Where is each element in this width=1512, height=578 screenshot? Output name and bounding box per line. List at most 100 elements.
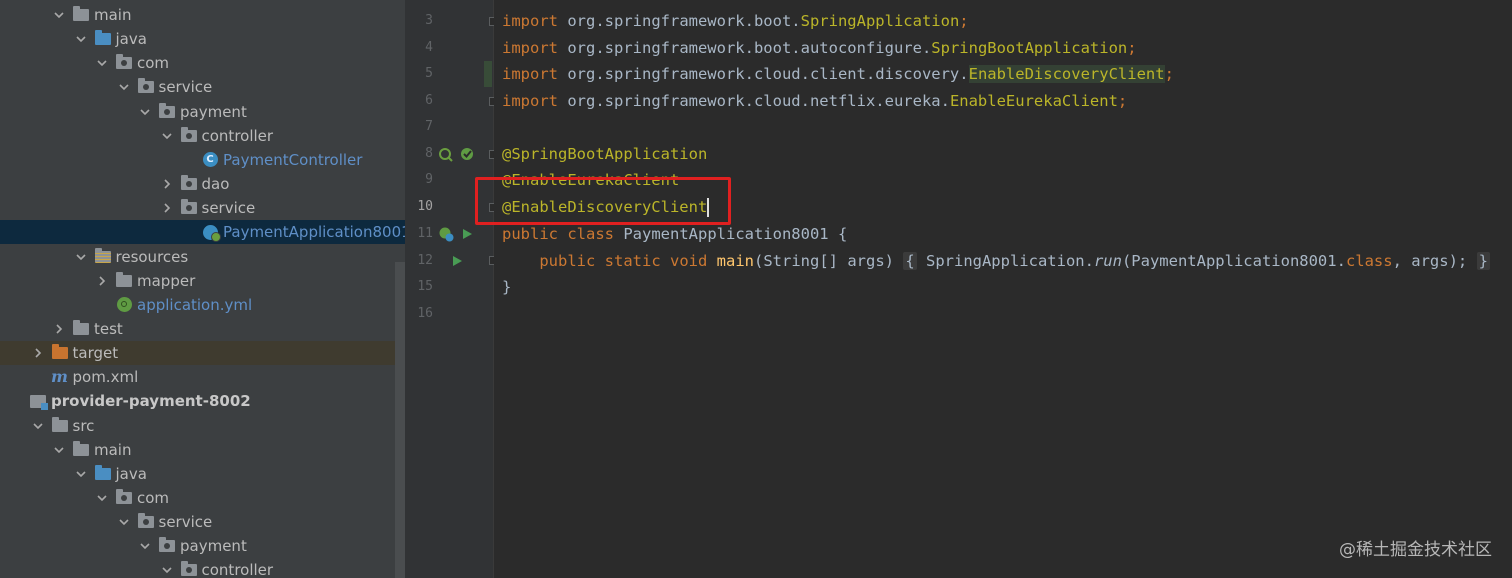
tree-item-label: main xyxy=(94,440,132,459)
chevron-down-icon[interactable] xyxy=(51,442,67,458)
tree-item-label: com xyxy=(137,489,170,507)
line-number: 4 xyxy=(425,40,433,55)
tree-item-dao[interactable]: dao xyxy=(0,172,405,196)
tree-item-src[interactable]: src xyxy=(0,414,405,438)
ide-window: main java com service payment controller C Paym… xyxy=(0,0,1512,578)
chevron-right-icon[interactable] xyxy=(159,200,175,216)
folded-block-close[interactable]: } xyxy=(1476,252,1490,270)
tree-item-label: service xyxy=(158,513,213,532)
tree-item-mapper[interactable]: mapper xyxy=(0,269,405,293)
run-icon[interactable] xyxy=(459,226,475,242)
tree-item-paymentapplication8001[interactable]: PaymentApplication8001 xyxy=(0,220,405,245)
tree-item-controller[interactable]: controller xyxy=(0,124,405,148)
code-line-6: import org.springframework.cloud.netflix… xyxy=(502,92,1128,110)
tree-item-main[interactable]: main xyxy=(0,3,405,27)
tree-item-provider-payment-8002[interactable]: provider-payment-8002 xyxy=(0,389,405,413)
spring-boot-class-icon xyxy=(201,224,221,242)
chevron-down-icon[interactable] xyxy=(137,104,153,120)
chevron-down-icon[interactable] xyxy=(73,31,89,47)
tree-item-label: payment xyxy=(180,102,247,121)
tree-item-label: PaymentController xyxy=(223,150,363,169)
folder-icon xyxy=(51,416,69,434)
package-icon xyxy=(180,175,198,192)
class-icon: C xyxy=(201,152,219,168)
maven-icon: m xyxy=(51,367,68,387)
code-line-5: import org.springframework.cloud.client.… xyxy=(502,65,1174,83)
tree-item-java[interactable]: java xyxy=(0,462,405,486)
chevron-right-icon[interactable] xyxy=(30,345,46,361)
tree-item-label: pom.xml xyxy=(72,368,139,387)
source-folder-icon xyxy=(94,30,112,47)
tree-item-label: resources xyxy=(115,247,189,266)
line-number: 15 xyxy=(417,279,433,294)
chevron-down-icon[interactable] xyxy=(116,514,132,530)
chevron-down-icon[interactable] xyxy=(51,7,67,23)
tree-item-main[interactable]: main xyxy=(0,438,405,462)
tree-item-service[interactable]: service xyxy=(0,510,405,534)
line-number: 3 xyxy=(425,13,433,28)
line-number: 5 xyxy=(425,66,433,81)
tree-item-label: service xyxy=(158,78,213,97)
watermark: @稀土掘金技术社区 xyxy=(1339,540,1492,560)
run-main-icon[interactable] xyxy=(449,253,465,269)
code-line-4: import org.springframework.boot.autoconf… xyxy=(502,39,1137,57)
tree-item-label: mapper xyxy=(137,271,196,290)
chevron-down-icon[interactable] xyxy=(159,562,175,578)
chevron-down-icon[interactable] xyxy=(137,538,153,554)
tree-item-label: test xyxy=(94,319,123,338)
vcs-change-marker xyxy=(484,61,492,87)
tree-item-label: payment xyxy=(180,537,247,556)
line-number: 11 xyxy=(417,226,433,241)
project-tree: main java com service payment controller C Paym… xyxy=(0,0,405,578)
chevron-down-icon[interactable] xyxy=(73,466,89,482)
package-icon xyxy=(137,513,155,530)
tree-item-payment[interactable]: payment xyxy=(0,534,405,558)
tree-item-service[interactable]: service xyxy=(0,196,405,220)
chevron-right-icon[interactable] xyxy=(159,176,175,192)
tree-item-java[interactable]: java xyxy=(0,27,405,51)
chevron-down-icon[interactable] xyxy=(94,55,110,71)
tree-item-com[interactable]: com xyxy=(0,486,405,510)
tree-item-label: dao xyxy=(201,175,230,194)
code-line-15: } xyxy=(502,278,512,296)
chevron-right-icon[interactable] xyxy=(51,321,67,337)
chevron-down-icon[interactable] xyxy=(30,418,46,434)
tree-item-label: java xyxy=(115,464,147,483)
line-number: 10 xyxy=(417,199,433,214)
line-number: 8 xyxy=(425,146,433,161)
chevron-right-icon[interactable] xyxy=(94,273,110,289)
tree-item-payment[interactable]: payment xyxy=(0,100,405,124)
chevron-down-icon[interactable] xyxy=(116,79,132,95)
tree-item-application-yml[interactable]: application.yml xyxy=(0,293,405,317)
spring-config-icon[interactable] xyxy=(459,146,475,162)
tree-item-controller[interactable]: controller xyxy=(0,558,405,578)
tree-item-target[interactable]: target xyxy=(0,341,405,366)
excluded-folder-icon xyxy=(51,344,69,361)
tree-item-label: controller xyxy=(201,561,274,578)
bean-icon[interactable] xyxy=(438,146,454,162)
chevron-down-icon[interactable] xyxy=(94,490,110,506)
tree-item-pom-xml[interactable]: m pom.xml xyxy=(0,365,405,389)
package-icon xyxy=(158,102,176,120)
tree-item-paymentcontroller[interactable]: C PaymentController xyxy=(0,148,405,172)
project-tree-scrollbar[interactable] xyxy=(395,262,405,578)
folder-icon xyxy=(115,271,133,289)
tree-item-resources[interactable]: resources xyxy=(0,245,405,269)
tree-item-label: java xyxy=(115,30,147,49)
package-icon xyxy=(180,561,198,578)
code-line-8: @SpringBootApplication xyxy=(502,145,708,163)
tree-item-label: controller xyxy=(201,126,274,145)
tree-item-service[interactable]: service xyxy=(0,75,405,99)
line-number: 7 xyxy=(425,119,433,134)
folded-block-open[interactable]: { xyxy=(903,252,917,270)
tree-item-com[interactable]: com xyxy=(0,51,405,75)
spring-boot-run-icon[interactable] xyxy=(438,226,454,242)
package-icon xyxy=(115,489,133,506)
line-number: 6 xyxy=(425,93,433,108)
editor-gutter: 3 4 5 6 7 8 9 10 11 12 15 16 xyxy=(405,0,498,578)
tree-item-test[interactable]: test xyxy=(0,317,405,341)
code-editor[interactable]: import org.springframework.boot.SpringAp… xyxy=(494,0,1512,578)
chevron-down-icon[interactable] xyxy=(73,249,89,265)
highlight-box xyxy=(475,177,731,225)
chevron-down-icon[interactable] xyxy=(159,128,175,144)
